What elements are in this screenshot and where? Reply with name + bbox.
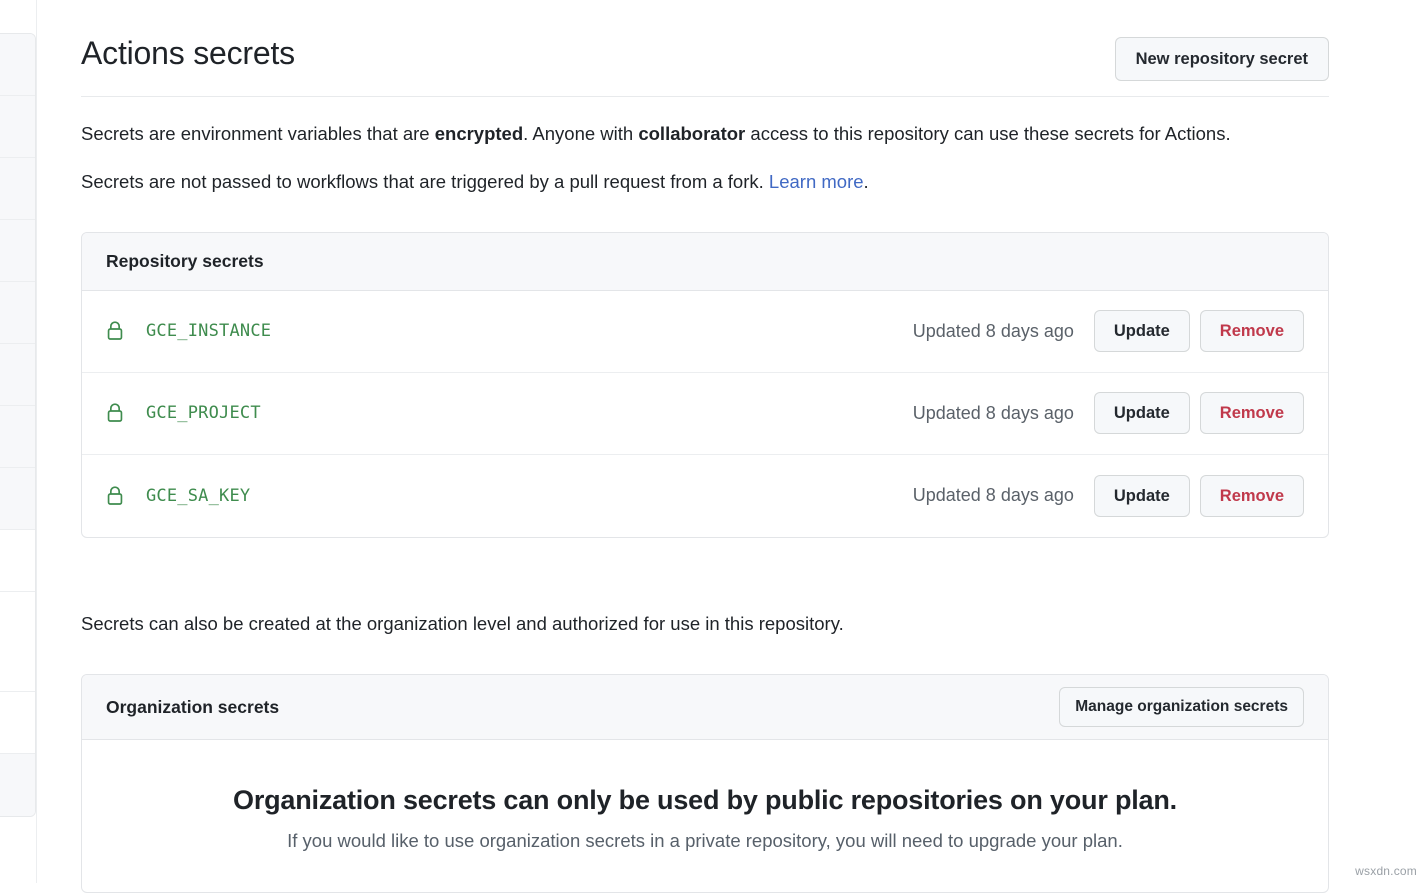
page-header: Actions secrets New repository secret [81, 0, 1329, 97]
intro-paragraph-encryption: Secrets are environment variables that a… [81, 97, 1329, 148]
update-secret-button[interactable]: Update [1094, 392, 1190, 434]
organization-secrets-header: Organization secrets Manage organization… [82, 675, 1328, 740]
learn-more-link[interactable]: Learn more [769, 171, 864, 192]
sidebar-nav-item[interactable] [0, 406, 35, 468]
intro-paragraph-fork: Secrets are not passed to workflows that… [81, 148, 1329, 196]
page-title: Actions secrets [81, 33, 295, 73]
intro-text-2: . Anyone with [523, 123, 638, 144]
sidebar-nav-item[interactable] [0, 468, 35, 530]
secret-name-link[interactable]: GCE_INSTANCE [146, 321, 913, 341]
sidebar-nav-item[interactable] [0, 692, 35, 754]
sidebar-nav-list [0, 33, 36, 817]
intro-bold-encrypted: encrypted [435, 123, 523, 144]
sidebar-nav-item[interactable] [0, 220, 35, 282]
organization-secrets-blankslate: Organization secrets can only be used by… [82, 740, 1328, 892]
sidebar-nav-item[interactable] [0, 754, 35, 816]
repository-secrets-heading: Repository secrets [106, 251, 264, 272]
update-secret-button[interactable]: Update [1094, 475, 1190, 517]
sidebar-nav-item[interactable] [0, 282, 35, 344]
update-secret-button[interactable]: Update [1094, 310, 1190, 352]
intro-fork-period: . [864, 171, 869, 192]
table-row: GCE_SA_KEY Updated 8 days ago Update Rem… [82, 455, 1328, 537]
intro-text-1: Secrets are environment variables that a… [81, 123, 435, 144]
lock-icon [105, 401, 125, 425]
row-actions: Update Remove [1094, 475, 1304, 517]
sidebar-nav-item[interactable] [0, 344, 35, 406]
lock-icon [105, 319, 125, 343]
organization-secrets-box: Organization secrets Manage organization… [81, 674, 1329, 893]
left-sidebar-strip [0, 0, 37, 883]
remove-secret-button[interactable]: Remove [1200, 392, 1304, 434]
new-repository-secret-button[interactable]: New repository secret [1115, 37, 1329, 81]
intro-fork-text: Secrets are not passed to workflows that… [81, 171, 769, 192]
sidebar-nav-item[interactable] [0, 530, 35, 592]
watermark: wsxdn.com [1355, 864, 1417, 878]
table-row: GCE_INSTANCE Updated 8 days ago Update R… [82, 291, 1328, 373]
remove-secret-button[interactable]: Remove [1200, 475, 1304, 517]
repository-secrets-header: Repository secrets [82, 233, 1328, 291]
row-actions: Update Remove [1094, 310, 1304, 352]
secret-updated-text: Updated 8 days ago [913, 485, 1074, 506]
lock-icon [105, 484, 125, 508]
repository-secrets-box: Repository secrets GCE_INSTANCE Updated … [81, 232, 1329, 538]
sidebar-nav-item[interactable] [0, 592, 35, 692]
intro-bold-collaborator: collaborator [638, 123, 745, 144]
intro-text-3: access to this repository can use these … [745, 123, 1230, 144]
main-content: Actions secrets New repository secret Se… [81, 0, 1329, 893]
secret-updated-text: Updated 8 days ago [913, 403, 1074, 424]
sidebar-nav-item[interactable] [0, 158, 35, 220]
manage-organization-secrets-button[interactable]: Manage organization secrets [1059, 687, 1304, 727]
row-actions: Update Remove [1094, 392, 1304, 434]
blankslate-heading: Organization secrets can only be used by… [102, 785, 1308, 816]
secret-name-link[interactable]: GCE_PROJECT [146, 403, 913, 423]
blankslate-subtext: If you would like to use organization se… [102, 830, 1308, 852]
table-row: GCE_PROJECT Updated 8 days ago Update Re… [82, 373, 1328, 455]
sidebar-nav-item[interactable] [0, 96, 35, 158]
secret-updated-text: Updated 8 days ago [913, 321, 1074, 342]
organization-level-note: Secrets can also be created at the organ… [81, 538, 1329, 638]
remove-secret-button[interactable]: Remove [1200, 310, 1304, 352]
sidebar-nav-item[interactable] [0, 34, 35, 96]
organization-secrets-heading: Organization secrets [106, 697, 279, 718]
secret-name-link[interactable]: GCE_SA_KEY [146, 486, 913, 506]
